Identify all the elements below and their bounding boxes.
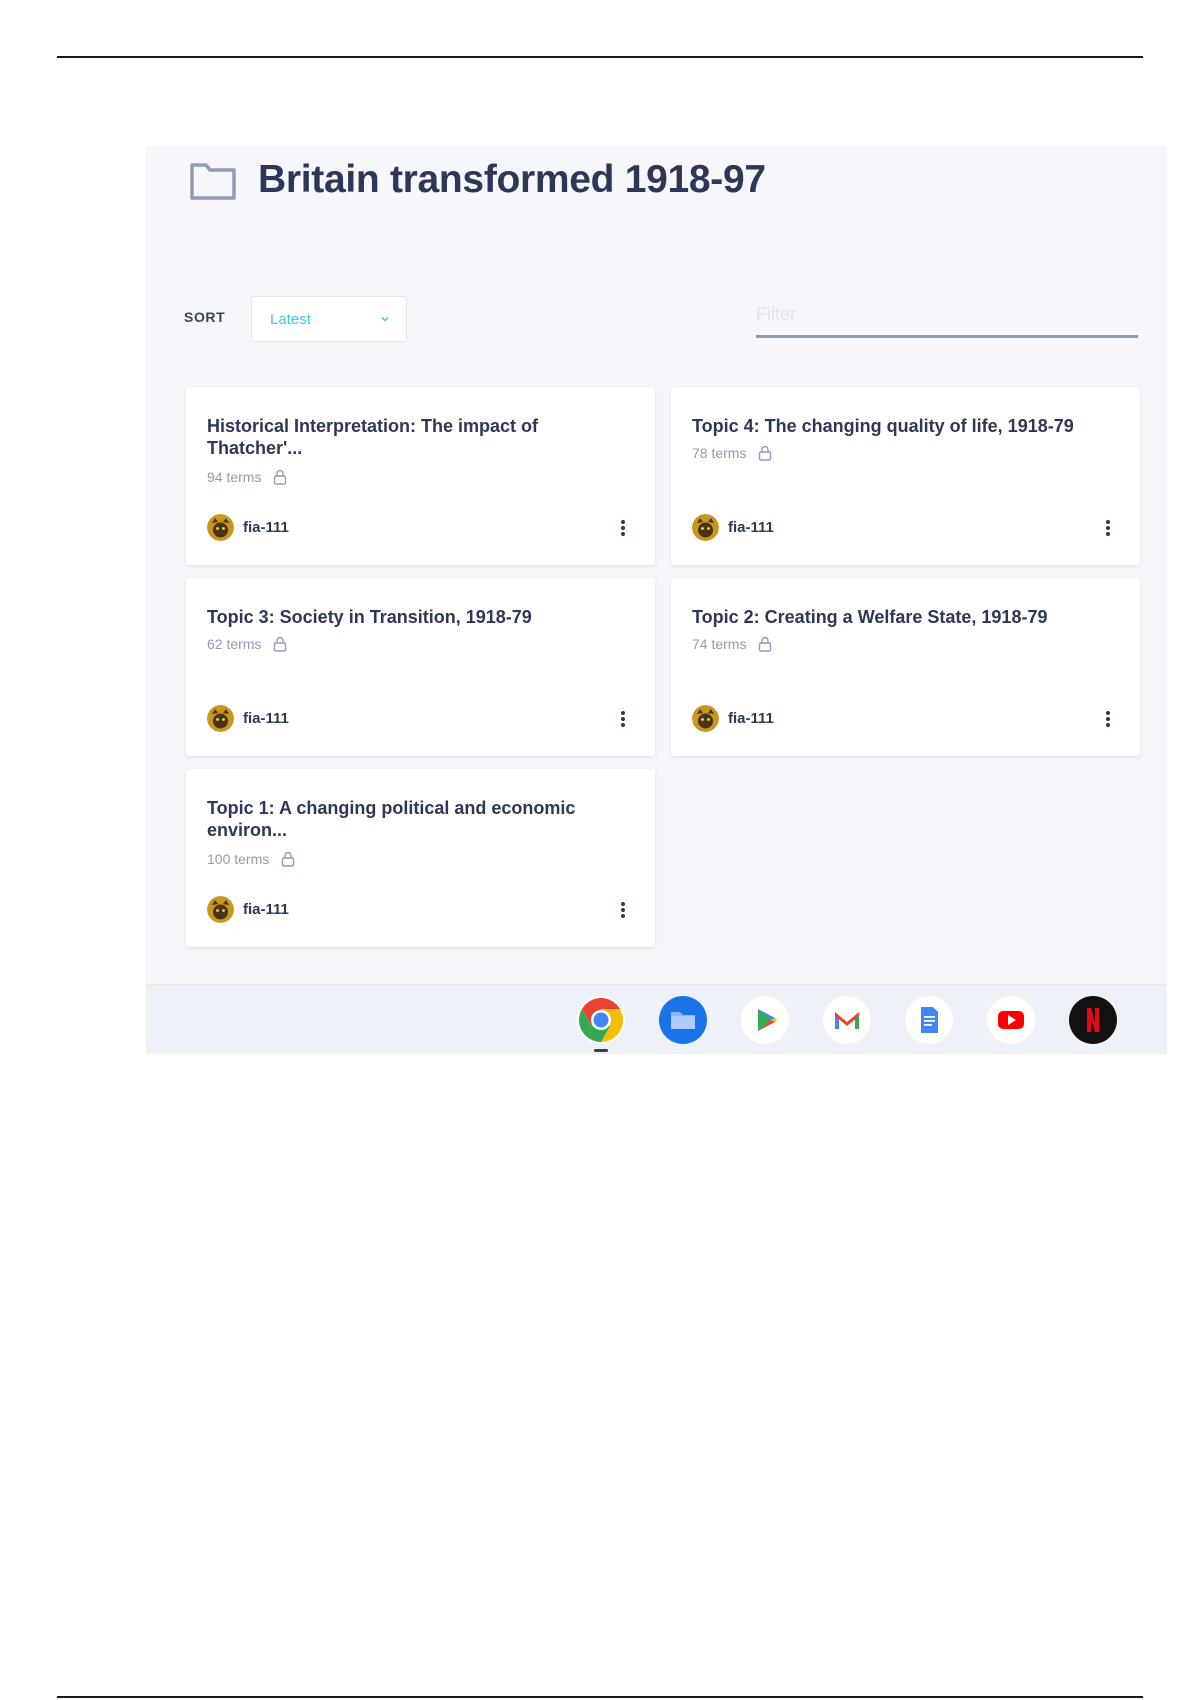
term-count: 74 terms — [692, 636, 747, 652]
lock-icon — [274, 636, 287, 652]
creator[interactable]: fia-111 — [207, 705, 289, 732]
study-set-title: Topic 1: A changing political and econom… — [207, 798, 576, 840]
term-count: 100 terms — [207, 851, 270, 867]
lock-icon — [759, 445, 772, 461]
more-vertical-icon — [621, 902, 625, 918]
avatar — [207, 896, 234, 923]
sort-dropdown[interactable]: Latest — [251, 296, 407, 342]
more-options-button[interactable] — [1096, 514, 1120, 542]
files-icon[interactable] — [658, 995, 708, 1045]
creator[interactable]: fia-111 — [692, 705, 774, 732]
more-vertical-icon — [1106, 711, 1110, 727]
sort-label: SORT — [184, 309, 226, 325]
active-app-indicator — [594, 1049, 608, 1052]
play-store-icon[interactable] — [740, 995, 790, 1045]
app-screen: Britain transformed 1918-97 SORT Latest … — [146, 146, 1167, 1054]
username: fia-111 — [243, 710, 289, 727]
study-set-card[interactable]: Topic 4: The changing quality of life, 1… — [671, 387, 1140, 565]
chevron-down-icon — [381, 316, 389, 322]
study-set-meta: 62 terms — [207, 636, 287, 652]
top-rule — [57, 56, 1143, 58]
chrome-icon[interactable] — [576, 995, 626, 1045]
study-set-meta: 74 terms — [692, 636, 772, 652]
more-options-button[interactable] — [1096, 705, 1120, 733]
study-set-title: Topic 2: Creating a Welfare State, 1918-… — [692, 607, 1048, 627]
bottom-rule — [57, 1696, 1143, 1698]
username: fia-111 — [243, 519, 289, 536]
creator[interactable]: fia-111 — [207, 514, 289, 541]
study-set-title: Historical Interpretation: The impact of… — [207, 416, 539, 458]
sort-selected-value: Latest — [270, 310, 311, 328]
more-options-button[interactable] — [611, 514, 635, 542]
study-set-card[interactable]: Topic 1: A changing political and econom… — [186, 769, 655, 947]
avatar — [692, 705, 719, 732]
creator[interactable]: fia-111 — [692, 514, 774, 541]
creator[interactable]: fia-111 — [207, 896, 289, 923]
study-set-card[interactable]: Topic 3: Society in Transition, 1918-79 … — [186, 578, 655, 756]
folder-icon — [190, 163, 236, 200]
study-set-meta: 94 terms — [207, 469, 287, 485]
username: fia-111 — [728, 519, 774, 536]
username: fia-111 — [728, 710, 774, 727]
more-vertical-icon — [621, 520, 625, 536]
more-vertical-icon — [621, 711, 625, 727]
term-count: 78 terms — [692, 445, 747, 461]
more-vertical-icon — [1106, 520, 1110, 536]
more-options-button[interactable] — [611, 896, 635, 924]
folder-header: Britain transformed 1918-97 — [188, 158, 766, 202]
more-options-button[interactable] — [611, 705, 635, 733]
term-count: 62 terms — [207, 636, 262, 652]
avatar — [207, 514, 234, 541]
filter-input[interactable] — [756, 300, 1138, 338]
study-set-title: Topic 3: Society in Transition, 1918-79 — [207, 607, 532, 627]
youtube-icon[interactable] — [986, 995, 1036, 1045]
lock-icon — [274, 469, 287, 485]
study-set-card[interactable]: Historical Interpretation: The impact of… — [186, 387, 655, 565]
study-set-meta: 100 terms — [207, 851, 295, 867]
username: fia-111 — [243, 901, 289, 918]
avatar — [207, 705, 234, 732]
app-shelf — [146, 984, 1167, 1054]
study-set-meta: 78 terms — [692, 445, 772, 461]
netflix-icon[interactable] — [1068, 995, 1118, 1045]
docs-icon[interactable] — [904, 995, 954, 1045]
lock-icon — [282, 851, 295, 867]
study-set-title: Topic 4: The changing quality of life, 1… — [692, 416, 1074, 436]
avatar — [692, 514, 719, 541]
term-count: 94 terms — [207, 469, 262, 485]
study-set-card[interactable]: Topic 2: Creating a Welfare State, 1918-… — [671, 578, 1140, 756]
lock-icon — [759, 636, 772, 652]
gmail-icon[interactable] — [822, 995, 872, 1045]
page-title: Britain transformed 1918-97 — [258, 158, 766, 201]
